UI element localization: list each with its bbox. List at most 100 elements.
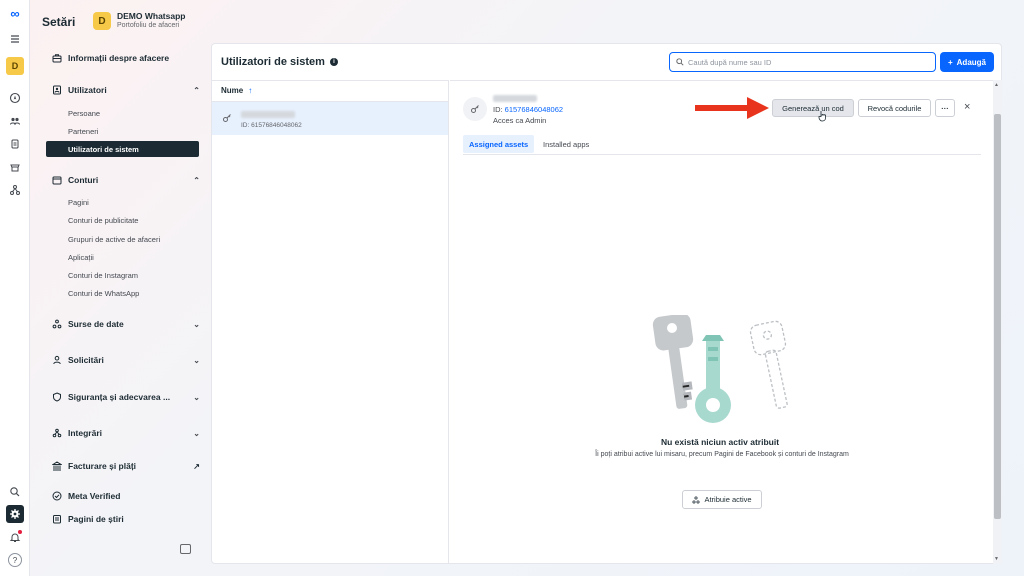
store-icon[interactable] xyxy=(6,158,24,176)
nav-item-apps[interactable]: Aplicații xyxy=(46,249,199,265)
nav-integrations-label: Integrări xyxy=(68,428,103,438)
redacted-user-name xyxy=(241,111,295,118)
sort-arrow-icon: ↑ xyxy=(248,86,253,95)
key-icon xyxy=(223,114,231,122)
nav-item-asset-groups[interactable]: Grupuri de active de afaceri xyxy=(46,231,199,247)
key-icon xyxy=(471,105,479,113)
nav-item-whatsapp[interactable]: Conturi de WhatsApp xyxy=(46,285,199,301)
revoke-tokens-button[interactable]: Revocă codurile xyxy=(858,99,931,117)
nav-item-ad-accounts[interactable]: Conturi de publicitate xyxy=(46,212,199,228)
add-button[interactable]: + Adaugă xyxy=(940,52,994,72)
user-badge-icon xyxy=(52,85,62,95)
assign-assets-button[interactable]: Atribuie active xyxy=(682,490,762,509)
nav-item-pages[interactable]: Pagini xyxy=(46,194,199,210)
nav-accounts-group[interactable]: Conturi ⌃ xyxy=(52,171,200,189)
hand-cursor-icon xyxy=(818,111,826,122)
chevron-up-icon: ⌃ xyxy=(193,85,200,95)
redacted-detail-name xyxy=(493,95,537,102)
more-options-button[interactable]: ··· xyxy=(935,99,955,117)
key-avatar xyxy=(463,97,487,121)
help-icon[interactable]: ? xyxy=(8,553,22,567)
search-input[interactable] xyxy=(688,57,928,67)
bank-icon xyxy=(52,461,62,471)
chevron-down-icon: ⌄ xyxy=(193,428,200,438)
business-avatar-rail[interactable]: D xyxy=(6,57,24,75)
compass-icon[interactable] xyxy=(6,89,24,107)
info-icon[interactable]: i xyxy=(329,58,338,66)
document-icon[interactable] xyxy=(6,135,24,153)
nav-users-label: Utilizatori xyxy=(68,85,107,95)
collapse-sidebar-icon[interactable] xyxy=(180,544,191,554)
detail-scrollbar[interactable]: ▲ ▼ xyxy=(993,80,1002,564)
nav-meta-verified-label: Meta Verified xyxy=(68,491,121,501)
external-link-icon: ↗ xyxy=(193,461,200,471)
nav-business-info[interactable]: Informații despre afacere xyxy=(52,49,200,67)
tab-assigned-assets[interactable]: Assigned assets xyxy=(463,135,535,153)
chevron-down-icon: ⌄ xyxy=(193,392,200,402)
nav-item-instagram[interactable]: Conturi de Instagram xyxy=(46,267,199,283)
settings-gear-icon[interactable] xyxy=(6,505,24,523)
detail-id: ID: 61576846048062 xyxy=(493,105,563,114)
person-request-icon xyxy=(52,355,62,365)
news-icon xyxy=(52,514,62,524)
folder-icon xyxy=(52,175,62,185)
search-box[interactable] xyxy=(669,52,936,72)
nav-news-label: Pagini de știri xyxy=(68,514,124,524)
shield-icon xyxy=(52,392,62,402)
user-detail-panel: ID: 61576846048062 Acces ca Admin Genere… xyxy=(450,80,1002,564)
scroll-up-arrow-icon[interactable]: ▲ xyxy=(994,82,999,88)
detail-id-label: ID: xyxy=(493,105,505,114)
search-icon[interactable] xyxy=(6,483,24,501)
empty-state-title: Nu există niciun activ atribuit xyxy=(660,437,780,447)
red-arrow-annotation xyxy=(695,97,769,119)
access-role: Acces ca Admin xyxy=(493,116,547,125)
business-name[interactable]: DEMO Whatsapp xyxy=(117,11,185,21)
generate-token-button[interactable]: Generează un cod xyxy=(772,99,854,117)
nav-data-sources-label: Surse de date xyxy=(68,319,124,329)
chevron-up-icon: ⌃ xyxy=(193,175,200,185)
nav-billing[interactable]: Facturare și plăți ↗ xyxy=(52,457,200,475)
keys-illustration xyxy=(652,315,788,423)
nav-business-info-label: Informații despre afacere xyxy=(68,53,170,63)
icon-rail: ∞ D ? xyxy=(0,0,30,576)
people-icon[interactable] xyxy=(6,112,24,130)
nav-billing-label: Facturare și plăți xyxy=(68,461,137,471)
nav-meta-verified[interactable]: Meta Verified xyxy=(52,487,200,505)
search-icon xyxy=(676,58,684,66)
network-icon[interactable] xyxy=(6,181,24,199)
page-title-text: Utilizatori de sistem xyxy=(221,56,325,68)
add-button-label: Adaugă xyxy=(956,57,986,67)
scrollbar-thumb[interactable] xyxy=(994,114,1001,519)
nav-integrations[interactable]: Integrări ⌄ xyxy=(52,424,200,442)
menu-icon[interactable] xyxy=(6,30,24,48)
nav-requests[interactable]: Solicitări ⌄ xyxy=(52,351,200,369)
plus-icon: + xyxy=(947,57,953,67)
tab-installed-apps[interactable]: Installed apps xyxy=(537,135,595,153)
system-users-list: Nume ↑ ID: 61576846048062 xyxy=(212,80,449,564)
integrations-icon xyxy=(52,428,62,438)
nav-users-group[interactable]: Utilizatori ⌃ xyxy=(52,81,200,99)
nav-requests-label: Solicitări xyxy=(68,355,104,365)
name-header-label: Nume xyxy=(221,86,244,95)
list-item-id: ID: 61576846048062 xyxy=(241,122,302,129)
list-item[interactable]: ID: 61576846048062 xyxy=(212,101,448,135)
empty-state-description: Îi poți atribui active lui misaru, precu… xyxy=(595,451,849,458)
nav-data-sources[interactable]: Surse de date ⌄ xyxy=(52,315,200,333)
meta-logo-icon[interactable]: ∞ xyxy=(6,4,24,22)
nav-item-parteneri[interactable]: Parteneri xyxy=(46,123,199,139)
close-icon[interactable]: × xyxy=(964,101,970,113)
detail-id-value[interactable]: 61576846048062 xyxy=(505,105,563,114)
business-subtitle: Portofoliu de afaceri xyxy=(117,22,180,29)
nav-item-system-users[interactable]: Utilizatori de sistem xyxy=(46,141,199,157)
name-column-header[interactable]: Nume ↑ xyxy=(221,86,252,95)
chevron-down-icon: ⌄ xyxy=(193,319,200,329)
notifications-bell-icon[interactable] xyxy=(6,528,24,546)
nav-item-persoane[interactable]: Persoane xyxy=(46,105,199,121)
assign-assets-label: Atribuie active xyxy=(704,495,752,504)
nav-news-pages[interactable]: Pagini de știri xyxy=(52,510,200,528)
nav-security[interactable]: Siguranța și adecvarea ... ⌄ xyxy=(52,388,200,406)
scroll-down-arrow-icon[interactable]: ▼ xyxy=(994,556,999,562)
chevron-down-icon: ⌄ xyxy=(193,355,200,365)
page-title: Utilizatori de sistem i xyxy=(221,56,338,68)
business-avatar[interactable]: D xyxy=(93,12,111,30)
